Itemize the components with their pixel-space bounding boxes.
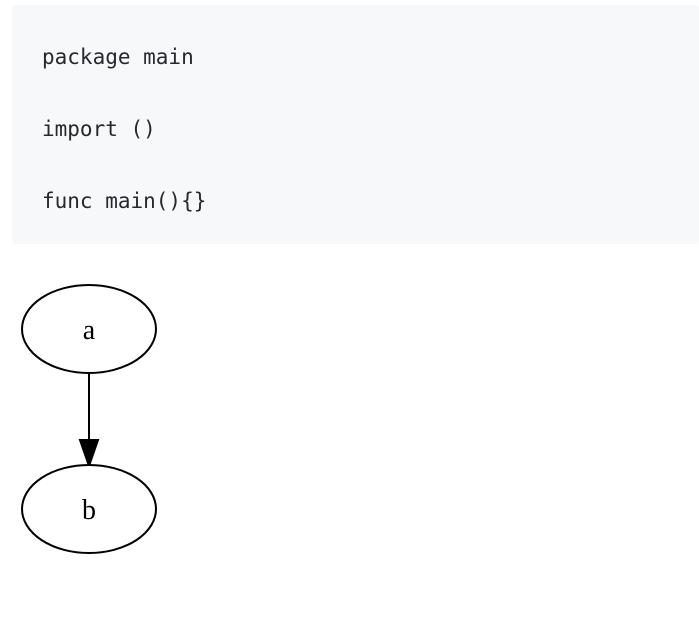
code-block: package main import () func main(){} (12, 5, 699, 244)
code-line: import () (42, 117, 156, 141)
graph-edge-a-b (78, 374, 100, 470)
code-line: func main(){} (42, 189, 207, 213)
edge-a-b-arrowhead (78, 439, 100, 470)
node-a-label: a (83, 315, 96, 346)
graph-diagram: a b (21, 284, 157, 554)
code-line: package main (42, 45, 194, 69)
node-b-label: b (82, 495, 96, 526)
graph-node-b: b (21, 464, 157, 554)
graph-node-a: a (21, 284, 157, 374)
